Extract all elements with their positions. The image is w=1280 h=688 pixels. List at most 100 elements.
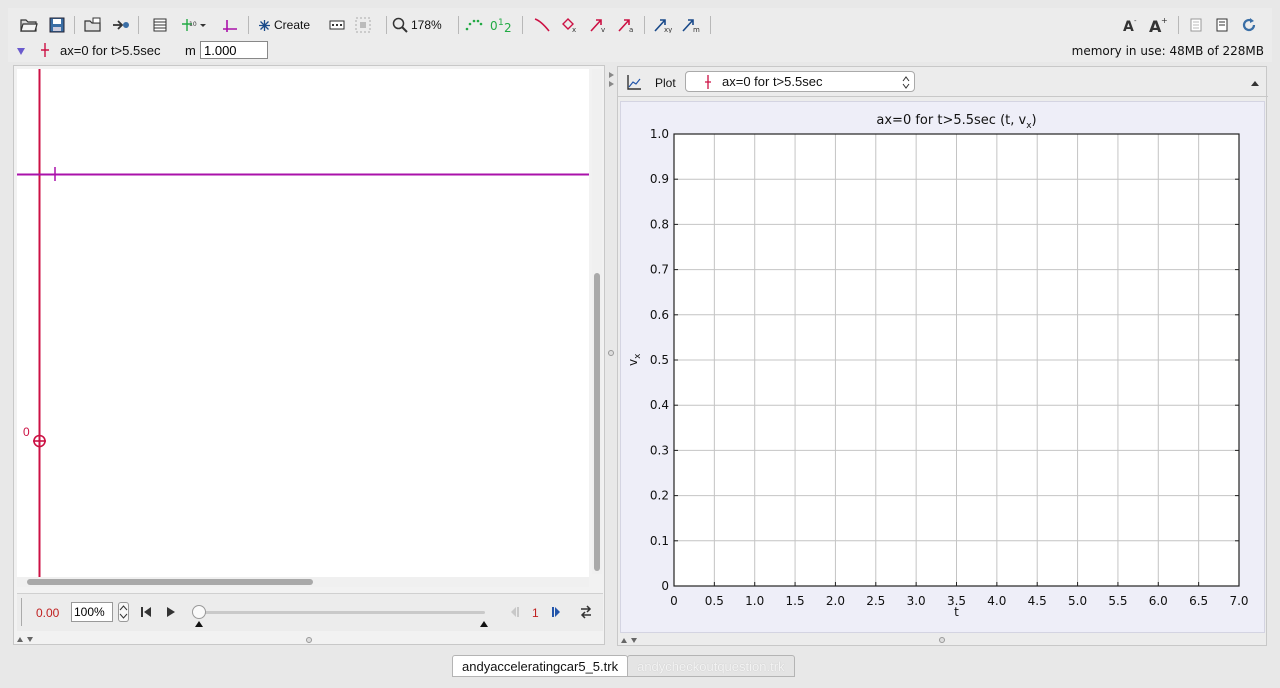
frame-slider-track[interactable] [195, 611, 485, 614]
coordinate-axes-button[interactable] [219, 14, 241, 36]
toolbar-separator [458, 16, 459, 34]
velocities-button[interactable]: v [586, 14, 610, 36]
plot-button-label[interactable]: Plot [655, 76, 676, 90]
create-track-button[interactable]: Create [258, 14, 324, 36]
step-size[interactable]: 1 [532, 606, 539, 620]
frame-slider-thumb[interactable] [192, 605, 206, 619]
y-tick-label: 0.2 [650, 489, 669, 503]
video-panel-splitter-handle[interactable] [306, 637, 312, 643]
file-tab[interactable]: andycheckoutquestion.trk [627, 655, 795, 677]
video-horizontal-scroll-thumb[interactable] [27, 579, 313, 585]
folder-open-icon [20, 19, 38, 32]
plot-area[interactable]: 0 0.5 1.0 1.5 2.0 2.5 3.0 3.5 4.0 4.5 5.0 5.5 6.0 6.5… [620, 101, 1265, 633]
video-canvas[interactable]: 0 [17, 69, 589, 577]
track-select-dropdown[interactable]: ax=0 for t>5.5sec [685, 71, 915, 92]
xy-components-button[interactable]: xy [650, 14, 676, 36]
y-tick-label: 0.6 [650, 308, 669, 322]
track-point-mass-icon[interactable] [40, 42, 50, 58]
info-button[interactable] [1212, 14, 1232, 36]
file-tab-bar: andyacceleratingcar5_5.trk andycheckoutqu… [452, 655, 795, 677]
plot-panel-resize-arrows-icon[interactable] [620, 636, 642, 644]
svg-text:2: 2 [504, 21, 512, 33]
collapse-panel-icon[interactable] [1250, 79, 1260, 87]
rate-spinner[interactable] [118, 602, 129, 622]
clip-settings-button[interactable] [150, 14, 170, 36]
plot-header-divider [618, 96, 1268, 97]
video-vertical-scroll-thumb[interactable] [594, 273, 600, 571]
toolbar-separator [74, 16, 75, 34]
split-pane-arrows-icon[interactable] [607, 70, 615, 90]
plot-panel-splitter-handle[interactable] [939, 637, 945, 643]
refresh-button[interactable] [1238, 14, 1260, 36]
position-diamond-icon: x [562, 18, 576, 33]
file-tab[interactable]: andyacceleratingcar5_5.trk [452, 655, 629, 677]
momentum-button[interactable]: m [678, 14, 704, 36]
zoom-label: 178% [411, 18, 442, 32]
coordinate-system-overlay [17, 69, 589, 577]
toolbar-separator [522, 16, 523, 34]
path-line-icon [534, 18, 550, 32]
playback-rate-field[interactable] [71, 602, 113, 622]
font-larger-button[interactable]: A + [1146, 14, 1170, 36]
trails-button[interactable] [462, 14, 486, 36]
plot-panel: Plot ax=0 for t>5.5sec 0 0.5 1.0 1.5 2.0 2.5 3… [617, 66, 1268, 646]
save-button[interactable] [46, 14, 68, 36]
video-horizontal-scrollbar[interactable] [17, 577, 589, 587]
open-file-button[interactable] [18, 14, 40, 36]
step-back-button[interactable] [508, 606, 520, 618]
font-smaller-button[interactable]: A- [1120, 14, 1142, 36]
end-frame-marker[interactable] [480, 621, 488, 627]
svg-text:1: 1 [498, 18, 504, 28]
reset-to-start-button[interactable] [140, 605, 152, 619]
y-tick-label: 0.1 [650, 534, 669, 548]
y-tick-label: 0.7 [650, 263, 669, 277]
autotracker-button[interactable] [352, 14, 374, 36]
create-label: Create [274, 18, 311, 32]
x-tick-label: 4.5 [1028, 594, 1047, 608]
mass-field[interactable] [200, 41, 268, 59]
time-readout: 0.00 [36, 606, 60, 620]
vx-vs-t-chart[interactable]: 0 0.5 1.0 1.5 2.0 2.5 3.0 3.5 4.0 4.5 5.0 5.5 6.0 6.5… [621, 102, 1266, 634]
step-back-icon [511, 607, 519, 617]
open-video-button[interactable] [82, 14, 104, 36]
loop-toggle-button[interactable] [579, 605, 593, 619]
accelerations-button[interactable]: a [614, 14, 638, 36]
track-menu-dropdown-icon[interactable] [16, 45, 26, 55]
asterisk-icon [259, 19, 270, 31]
y-tick-label: 0.9 [650, 172, 669, 186]
x-tick-label: 5.5 [1108, 594, 1127, 608]
labels-numbers-icon: 012 [490, 18, 512, 33]
autotracker-icon [355, 17, 371, 33]
document-icon [1216, 18, 1228, 32]
path-button[interactable] [530, 14, 554, 36]
step-forward-button[interactable] [551, 606, 563, 618]
filmstrip-icon [153, 18, 167, 32]
x-tick-label: 0.5 [705, 594, 724, 608]
velocity-arrow-icon: v [590, 19, 605, 33]
toolbar-separator [138, 16, 139, 34]
video-vertical-scrollbar[interactable] [592, 69, 602, 574]
track-control-button[interactable] [326, 14, 348, 36]
positions-button[interactable]: x [558, 14, 582, 36]
start-frame-marker[interactable] [195, 621, 203, 627]
x-tick-label: 1.0 [745, 594, 764, 608]
axes-icon [223, 20, 237, 32]
memory-status: memory in use: 48MB of 228MB [1071, 44, 1264, 58]
labels-button[interactable]: 012 [488, 14, 514, 36]
plot-view-icon[interactable] [626, 73, 642, 91]
acceleration-arrow-icon: a [618, 19, 633, 33]
export-button[interactable] [110, 14, 132, 36]
notes-button[interactable] [1186, 14, 1206, 36]
x-tick-label: 2.5 [866, 594, 885, 608]
play-button[interactable] [165, 605, 177, 619]
video-panel-resize-arrows-icon[interactable] [16, 635, 38, 643]
toolbar-separator [248, 16, 249, 34]
video-player-controls: 0.00 1 [17, 593, 603, 631]
refresh-icon [1242, 18, 1256, 32]
x-tick-label: 2.0 [826, 594, 845, 608]
zoom-button[interactable]: 178% [392, 14, 452, 36]
vertical-splitter-handle[interactable] [608, 350, 614, 356]
xy-vector-icon: xy [654, 19, 672, 33]
coordinate-axes-menu-button[interactable]: 10 [178, 14, 210, 36]
track-name[interactable]: ax=0 for t>5.5sec [60, 43, 160, 58]
